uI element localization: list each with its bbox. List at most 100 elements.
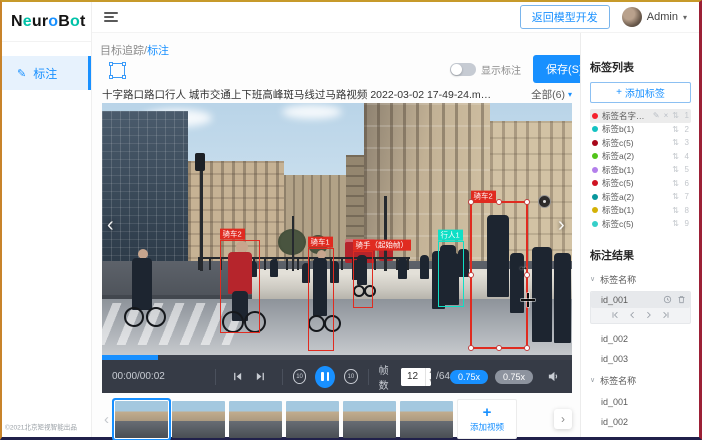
sort-icon[interactable]: ⇅ [672, 179, 679, 188]
sort-icon[interactable]: ⇅ [672, 219, 679, 228]
video-thumbnail-5[interactable] [343, 401, 396, 438]
breadcrumb-parent[interactable]: 目标追踪 [100, 45, 144, 57]
video-thumbnail-2[interactable] [172, 401, 225, 438]
filter-dropdown[interactable]: 全部(6)▾ [531, 87, 572, 102]
bbox-label: 骑手（起始帧） [353, 239, 412, 250]
resize-handle[interactable] [496, 345, 502, 351]
shortcut-number: 4 [683, 152, 689, 161]
resize-handle[interactable] [524, 345, 530, 351]
label-item[interactable]: 标签c(5)⇅9 [590, 217, 691, 231]
label-color-dot [592, 207, 598, 213]
label-list: 标签名字最长数... ✎ × ⇅ 1 标签b(1) ⇅ 2 标签c(5)⇅3 标签a… [590, 109, 691, 231]
video-thumbnail-6[interactable] [400, 401, 453, 438]
video-thumbnail-4[interactable] [286, 401, 339, 438]
label-color-dot [592, 194, 598, 200]
result-item-label: id_001 [601, 295, 628, 305]
bbox-rider-start-frame[interactable]: 骑手（起始帧） [353, 251, 373, 308]
speed-pill-active[interactable]: 0.75x [450, 370, 488, 384]
frame-increment-icon[interactable]: ▲ [426, 368, 432, 377]
shortcut-number: 2 [683, 125, 689, 134]
seek-bar[interactable] [102, 355, 572, 360]
resize-handle[interactable] [496, 199, 502, 205]
result-item-selected[interactable]: id_001 [591, 292, 690, 308]
label-item[interactable]: 标签名字最长数... ✎ × ⇅ 1 [590, 109, 691, 123]
label-item[interactable]: 标签c(5)⇅3 [590, 136, 691, 150]
scene-person [270, 259, 278, 277]
user-menu[interactable]: Admin ▾ [622, 7, 687, 27]
video-canvas[interactable]: 骑车2 骑车1 骑手（起始帧） 行人1 骑车2 [102, 103, 572, 355]
edit-icon[interactable]: ✎ [653, 111, 660, 120]
resize-handle[interactable] [468, 345, 474, 351]
filmstrip: ‹ + 添加视频 › [102, 396, 572, 440]
pause-button[interactable] [315, 366, 335, 388]
sort-icon[interactable]: ⇅ [672, 152, 679, 161]
result-item[interactable]: id_002 [590, 334, 691, 344]
bbox-cyclist-2[interactable]: 骑车2 [220, 240, 260, 333]
forward-10-button[interactable]: 10 [344, 369, 358, 384]
frame-number-input[interactable] [401, 368, 425, 386]
result-item[interactable]: id_001 [590, 397, 691, 407]
shortcut-number: 8 [683, 206, 689, 215]
sort-icon[interactable]: ⇅ [672, 111, 679, 120]
sort-icon[interactable]: ⇅ [672, 125, 679, 134]
sort-icon[interactable]: ⇅ [672, 206, 679, 215]
frame-decrement-icon[interactable]: ▼ [426, 377, 432, 386]
rect-select-tool-icon[interactable] [110, 63, 125, 78]
rewind-10-button[interactable]: 10 [293, 369, 307, 384]
label-item[interactable]: 标签a(2)⇅7 [590, 190, 691, 204]
result-group[interactable]: ∨标签名称 [590, 374, 691, 387]
sort-icon[interactable]: ⇅ [672, 165, 679, 174]
speed-pill-inactive[interactable]: 0.75x [495, 370, 533, 384]
trash-icon[interactable] [677, 295, 686, 304]
last-page-icon[interactable] [662, 311, 670, 319]
result-item[interactable]: id_003 [590, 354, 691, 364]
first-page-icon[interactable] [611, 311, 619, 319]
label-item[interactable]: 标签b(1)⇅5 [590, 163, 691, 177]
add-video-label: 添加视频 [470, 421, 504, 433]
frame-count-label: 帧数 [379, 362, 396, 392]
add-label-button[interactable]: +添加标签 [590, 82, 691, 103]
video-player: 骑车2 骑车1 骑手（起始帧） 行人1 骑车2 [102, 103, 572, 393]
resize-handle[interactable] [468, 199, 474, 205]
sort-icon[interactable]: ⇅ [672, 192, 679, 201]
bbox-cyclist-1[interactable]: 骑车1 [308, 248, 334, 351]
skip-seconds-label: 10 [296, 374, 303, 380]
menu-fold-icon[interactable] [104, 10, 118, 24]
label-item[interactable]: 标签b(1)⇅2 [590, 123, 691, 137]
scene-person [532, 247, 552, 342]
label-item[interactable]: 标签b(1) ⇅ 8 [590, 204, 691, 218]
filmstrip-left-chevron-icon[interactable]: ‹ [102, 411, 111, 428]
result-item[interactable]: id_003 [590, 437, 691, 438]
bbox-pedestrian-1[interactable]: 行人1 [438, 241, 464, 307]
next-video-chevron-icon[interactable]: › [558, 215, 565, 235]
resize-handle[interactable] [468, 272, 474, 278]
back-to-model-dev-button[interactable]: 返回模型开发 [520, 5, 610, 29]
topbar: 返回模型开发 Admin ▾ [92, 2, 699, 32]
result-group[interactable]: ∨标签名称 [590, 273, 691, 286]
show-annotations-toggle[interactable] [450, 63, 476, 76]
next-frame-button[interactable] [249, 371, 272, 382]
label-item[interactable]: 标签c(5)⇅6 [590, 177, 691, 191]
delete-icon[interactable]: × [664, 111, 669, 120]
sidebar-item-annotate[interactable]: ✎ 标注 [2, 56, 91, 90]
label-item[interactable]: 标签a(2)⇅4 [590, 150, 691, 164]
label-name: 标签b(1) [602, 204, 668, 216]
add-video-button[interactable]: + 添加视频 [457, 399, 517, 439]
box-context-button[interactable] [538, 195, 551, 208]
video-thumbnail-3[interactable] [229, 401, 282, 438]
scene-pole [384, 196, 387, 271]
result-item[interactable]: id_002 [590, 417, 691, 427]
history-icon[interactable] [663, 295, 672, 304]
filmstrip-right-chevron-button[interactable]: › [554, 409, 572, 429]
volume-icon[interactable] [547, 370, 560, 383]
video-thumbnail-1[interactable] [115, 401, 168, 438]
label-color-dot [592, 126, 598, 132]
prev-page-icon[interactable] [628, 311, 636, 319]
sort-icon[interactable]: ⇅ [672, 138, 679, 147]
prev-video-chevron-icon[interactable]: ‹ [107, 215, 114, 235]
main-area: 目标追踪/标注 显示标注 保存(S) 十字路口路口行人 城市交通上下班高峰斑马线… [92, 32, 699, 437]
prev-frame-button[interactable] [226, 371, 249, 382]
bbox-cyclist-2-selected[interactable]: 骑车2 [470, 201, 528, 349]
next-page-icon[interactable] [645, 311, 653, 319]
resize-handle[interactable] [524, 199, 530, 205]
